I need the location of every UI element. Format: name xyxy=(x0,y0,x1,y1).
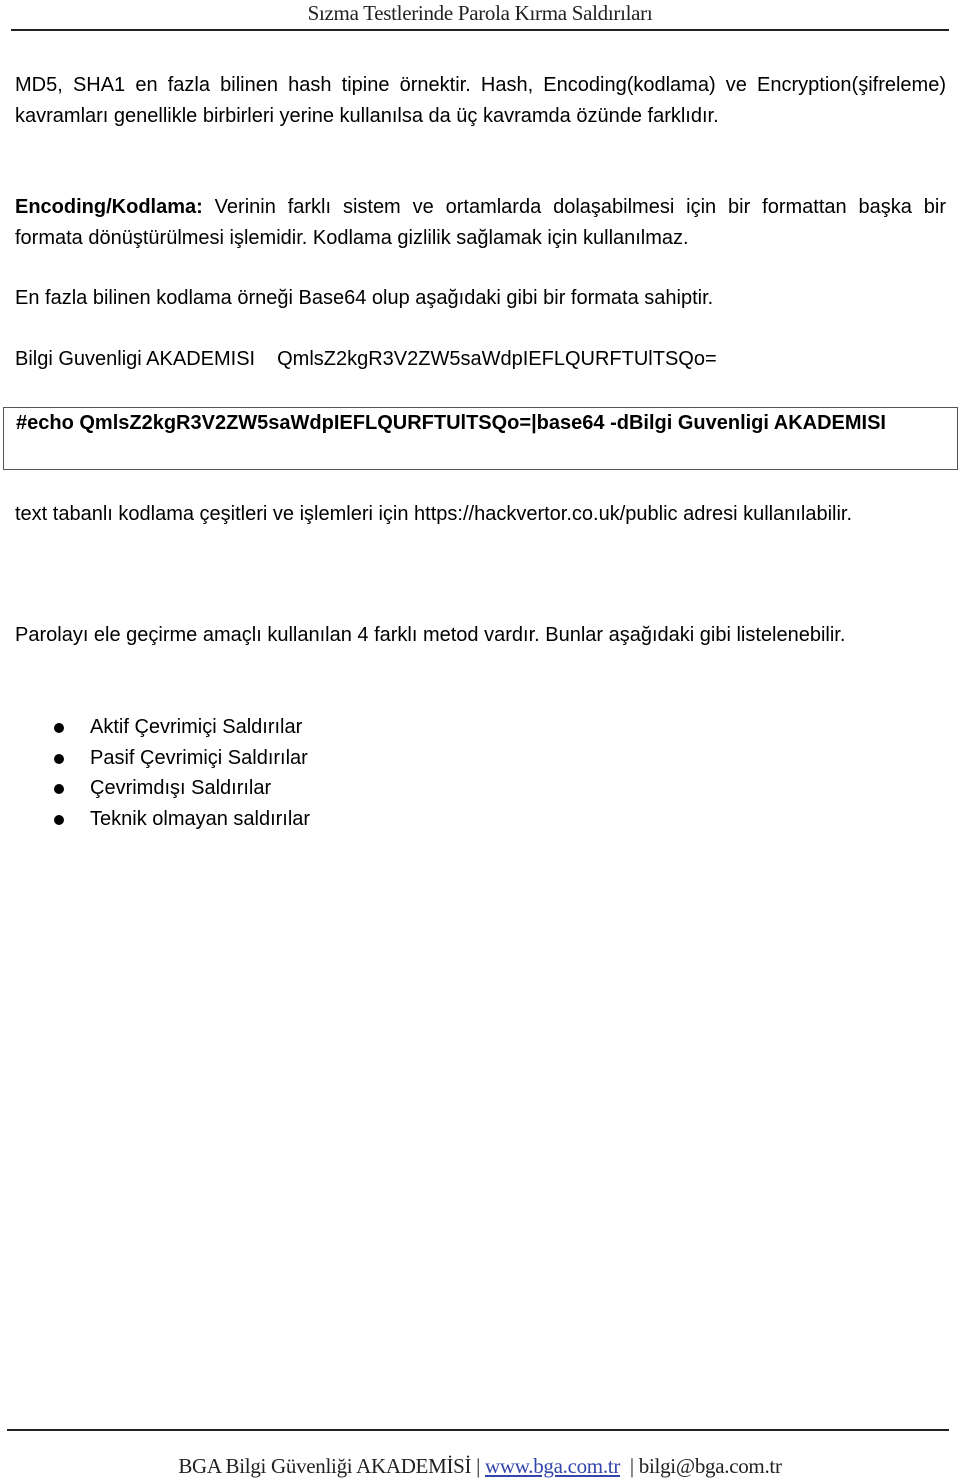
example-encoded-text: QmlsZ2kgR3V2ZW5saWdpIEFLQURFTUlTSQo= xyxy=(277,348,717,370)
list-item: Çevrimdışı Saldırılar xyxy=(15,773,310,804)
list-item-label: Aktif Çevrimiçi Saldırılar xyxy=(90,716,303,738)
intro-paragraph: MD5, SHA1 en fazla bilinen hash tipine ö… xyxy=(15,74,946,127)
hackvertor-paragraph: text tabanlı kodlama çeşitleri ve işleml… xyxy=(15,503,853,525)
base64-example: Bilgi Guvenligi AKADEMISI QmlsZ2kgR3V2ZW5… xyxy=(15,344,946,375)
list-item: Pasif Çevrimiçi Saldırılar xyxy=(15,743,310,774)
page-footer: BGA Bilgi Güvenliği AKADEMİSİ | www.bga.… xyxy=(0,1420,960,1479)
list-item: Aktif Çevrimiçi Saldırılar xyxy=(15,712,310,743)
command-box: #echo QmlsZ2kgR3V2ZW5saWdpIEFLQURFTUlTSQ… xyxy=(3,407,958,470)
header-title: Sızma Testlerinde Parola Kırma Saldırıla… xyxy=(307,1,653,25)
footer-website-link[interactable]: www.bga.com.tr xyxy=(485,1454,620,1478)
list-item-label: Pasif Çevrimiçi Saldırılar xyxy=(90,746,308,769)
encoding-paragraph: Encoding/Kodlama: Verinin farklı sistem … xyxy=(15,192,946,253)
methods-intro-paragraph: Parolayı ele geçirme amaçlı kullanılan 4… xyxy=(15,624,846,646)
footer-org: BGA Bilgi Güvenliği AKADEMİSİ | xyxy=(178,1454,486,1478)
bullet-icon xyxy=(54,753,64,764)
bullet-icon xyxy=(54,814,64,825)
list-item-label: Teknik olmayan saldırılar xyxy=(90,807,311,830)
base64-intro-paragraph: En fazla bilinen kodlama örneği Base64 o… xyxy=(15,287,714,309)
footer-separator: | xyxy=(620,1454,639,1478)
encoding-term: Encoding/Kodlama: xyxy=(15,196,203,218)
bullet-icon xyxy=(54,723,64,733)
list-item-label: Çevrimdışı Saldırılar xyxy=(90,777,272,799)
footer-email: bilgi@bga.com.tr xyxy=(638,1454,782,1478)
footer-divider xyxy=(7,1429,949,1431)
list-item: Teknik olmayan saldırılar xyxy=(15,804,310,835)
page-header: Sızma Testlerinde Parola Kırma Saldırıla… xyxy=(0,0,960,32)
example-plain-text: Bilgi Guvenligi AKADEMISI xyxy=(15,348,256,370)
command-text: #echo QmlsZ2kgR3V2ZW5saWdpIEFLQURFTUlTSQ… xyxy=(16,412,886,434)
methods-list: Aktif Çevrimiçi Saldırılar Pasif Çevrimi… xyxy=(15,712,310,834)
header-divider xyxy=(11,29,949,31)
footer-text: BGA Bilgi Güvenliği AKADEMİSİ | www.bga.… xyxy=(0,1453,960,1479)
bullet-icon xyxy=(54,784,64,794)
